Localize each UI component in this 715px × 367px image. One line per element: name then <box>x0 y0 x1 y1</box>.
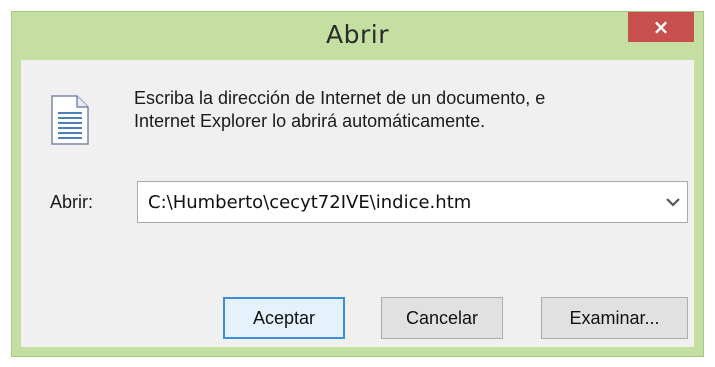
open-label: Abrir: <box>50 192 94 212</box>
chevron-down-icon[interactable] <box>665 195 681 209</box>
instruction-line-1: Escriba la dirección de Internet de un d… <box>134 88 546 108</box>
address-combobox[interactable] <box>137 181 688 223</box>
cancel-button[interactable]: Cancelar <box>381 297 503 339</box>
document-icon <box>51 95 89 145</box>
dialog-window: Abrir × Escriba la dirección de Internet… <box>11 11 704 357</box>
dialog-body: Escriba la dirección de Internet de un d… <box>21 60 694 347</box>
accept-button[interactable]: Aceptar <box>223 297 345 339</box>
browse-button[interactable]: Examinar... <box>541 297 688 339</box>
dialog-title: Abrir <box>326 20 389 49</box>
close-button[interactable]: × <box>628 12 694 42</box>
instruction-line-2: Internet Explorer lo abrirá automáticame… <box>134 111 486 131</box>
title-bar[interactable]: Abrir × <box>12 12 703 58</box>
address-input[interactable] <box>138 182 648 222</box>
instruction-text: Escriba la dirección de Internet de un d… <box>134 87 634 133</box>
